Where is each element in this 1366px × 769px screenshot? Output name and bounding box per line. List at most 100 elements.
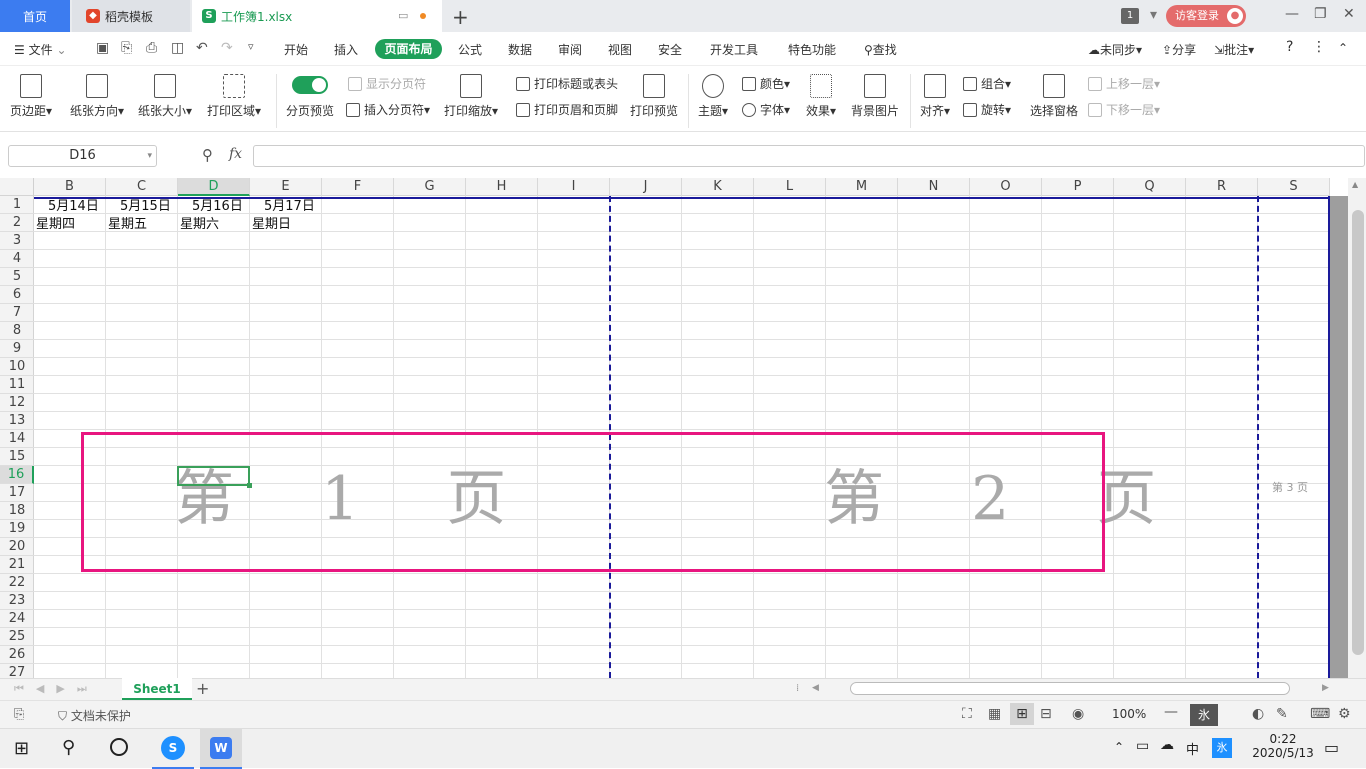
- column-header-L[interactable]: L: [754, 178, 826, 196]
- row-header-15[interactable]: 15: [0, 448, 34, 466]
- menu-features[interactable]: 特色功能: [788, 41, 836, 58]
- sheet-grid[interactable]: 5月14日 5月15日 5月16日 5月17日 星期四 星期五 星期六 星期日 …: [34, 196, 1330, 678]
- row-header-16[interactable]: 16: [0, 466, 34, 484]
- row-header-13[interactable]: 13: [0, 412, 34, 430]
- row-header-4[interactable]: 4: [0, 250, 34, 268]
- share-button[interactable]: ⇪分享: [1162, 41, 1196, 58]
- tab-file[interactable]: S 工作簿1.xlsx ▭: [192, 0, 442, 32]
- column-header-D[interactable]: D: [178, 178, 250, 196]
- macro-icon[interactable]: ⎘: [14, 707, 24, 722]
- print-preview-button[interactable]: 打印预览: [630, 74, 678, 119]
- menu-security[interactable]: 安全: [658, 41, 682, 58]
- print-scale-button[interactable]: 打印缩放▾: [444, 74, 498, 119]
- row-header-14[interactable]: 14: [0, 430, 34, 448]
- cell-B1[interactable]: 5月14日: [48, 198, 99, 216]
- tab-daoke[interactable]: ◆ 稻壳模板: [72, 0, 190, 32]
- vertical-scroll-thumb[interactable]: [1352, 210, 1364, 655]
- menu-formula[interactable]: 公式: [458, 41, 482, 58]
- row-header-21[interactable]: 21: [0, 556, 34, 574]
- network-icon[interactable]: ▭: [1136, 738, 1149, 754]
- bring-forward-button[interactable]: 上移一层 ▾: [1088, 75, 1160, 92]
- menu-data[interactable]: 数据: [508, 41, 532, 58]
- cortana-icon[interactable]: [110, 738, 128, 756]
- select-all-corner[interactable]: [0, 178, 34, 196]
- row-header-19[interactable]: 19: [0, 520, 34, 538]
- sync-button[interactable]: ☁未同步▾: [1088, 41, 1142, 58]
- close-icon[interactable]: ✕: [1343, 6, 1355, 22]
- tab-home[interactable]: 首页: [0, 0, 70, 32]
- undo-icon[interactable]: ↶: [196, 40, 208, 56]
- taskbar-browser[interactable]: S: [152, 729, 194, 769]
- save-icon[interactable]: ▣: [96, 40, 109, 56]
- add-sheet-button[interactable]: +: [196, 679, 209, 698]
- monitor-icon[interactable]: ▭: [398, 9, 408, 22]
- row-header-18[interactable]: 18: [0, 502, 34, 520]
- clock[interactable]: 0:22 2020/5/13: [1248, 732, 1318, 760]
- cell-D2[interactable]: 星期六: [180, 216, 219, 234]
- rotate-button[interactable]: 旋转 ▾: [963, 101, 1011, 118]
- row-header-2[interactable]: 2: [0, 214, 34, 232]
- column-header-B[interactable]: B: [34, 178, 106, 196]
- column-header-O[interactable]: O: [970, 178, 1042, 196]
- cell-D1[interactable]: 5月16日: [192, 198, 243, 216]
- column-header-F[interactable]: F: [322, 178, 394, 196]
- taskbar-wps[interactable]: W: [200, 729, 242, 769]
- column-header-H[interactable]: H: [466, 178, 538, 196]
- page-layout-view-icon[interactable]: ⊟: [1040, 706, 1052, 722]
- hscroll-split-icon[interactable]: ⁞: [796, 683, 799, 694]
- selection-pane-button[interactable]: 选择窗格: [1030, 74, 1078, 119]
- cell-E1[interactable]: 5月17日: [264, 198, 315, 216]
- row-header-7[interactable]: 7: [0, 304, 34, 322]
- row-header-11[interactable]: 11: [0, 376, 34, 394]
- fullscreen-icon[interactable]: ⛶: [962, 706, 972, 722]
- row-header-3[interactable]: 3: [0, 232, 34, 250]
- row-header-20[interactable]: 20: [0, 538, 34, 556]
- row-header-1[interactable]: 1: [0, 196, 34, 214]
- skin-icon[interactable]: ▾: [1150, 7, 1157, 23]
- page-break-view-icon[interactable]: ⊞: [1010, 703, 1034, 725]
- cell-C2[interactable]: 星期五: [108, 216, 147, 234]
- pen-icon[interactable]: ✎: [1276, 706, 1288, 722]
- tray-expand-icon[interactable]: ⌃: [1114, 740, 1124, 754]
- ime-indicator[interactable]: 中: [1186, 739, 1199, 758]
- column-header-S[interactable]: S: [1258, 178, 1330, 196]
- taskbar-search-icon[interactable]: ⚲: [62, 737, 75, 758]
- column-header-N[interactable]: N: [898, 178, 970, 196]
- cell-B2[interactable]: 星期四: [36, 216, 75, 234]
- menu-start[interactable]: 开始: [284, 41, 308, 58]
- column-header-M[interactable]: M: [826, 178, 898, 196]
- input-method-icon[interactable]: 氷: [1190, 704, 1218, 726]
- more-icon[interactable]: ⋮: [1312, 39, 1326, 55]
- cell-C1[interactable]: 5月15日: [120, 198, 171, 216]
- horizontal-scrollbar[interactable]: [850, 682, 1290, 695]
- menu-insert[interactable]: 插入: [334, 41, 358, 58]
- redo-icon[interactable]: ↷: [221, 40, 233, 56]
- column-header-R[interactable]: R: [1186, 178, 1258, 196]
- row-header-17[interactable]: 17: [0, 484, 34, 502]
- column-header-K[interactable]: K: [682, 178, 754, 196]
- row-header-23[interactable]: 23: [0, 592, 34, 610]
- comment-button[interactable]: ⇲批注▾: [1214, 41, 1254, 58]
- cell-E2[interactable]: 星期日: [252, 216, 291, 234]
- minimize-icon[interactable]: —: [1285, 6, 1299, 22]
- print-header-footer-button[interactable]: 打印页眉和页脚: [516, 101, 618, 118]
- zoom-formula-icon[interactable]: ⚲: [202, 146, 213, 164]
- column-header-I[interactable]: I: [538, 178, 610, 196]
- row-header-9[interactable]: 9: [0, 340, 34, 358]
- restore-icon[interactable]: ❐: [1314, 6, 1327, 22]
- row-header-22[interactable]: 22: [0, 574, 34, 592]
- colors-button[interactable]: 颜色 ▾: [742, 75, 790, 92]
- customize-icon[interactable]: ▿: [248, 40, 254, 53]
- orientation-button[interactable]: 纸张方向▾: [70, 74, 124, 119]
- notification-icon[interactable]: ▭: [1324, 738, 1339, 757]
- send-backward-button[interactable]: 下移一层 ▾: [1088, 101, 1160, 118]
- ime-mode-icon[interactable]: 氷: [1212, 738, 1232, 758]
- print-icon[interactable]: ⎙: [146, 40, 157, 56]
- insert-page-break-button[interactable]: 插入分页符 ▾: [346, 101, 430, 118]
- column-header-G[interactable]: G: [394, 178, 466, 196]
- effects-button[interactable]: 效果▾: [806, 74, 836, 119]
- row-header-12[interactable]: 12: [0, 394, 34, 412]
- column-header-E[interactable]: E: [250, 178, 322, 196]
- login-button[interactable]: 访客登录 ●: [1166, 5, 1246, 27]
- row-header-25[interactable]: 25: [0, 628, 34, 646]
